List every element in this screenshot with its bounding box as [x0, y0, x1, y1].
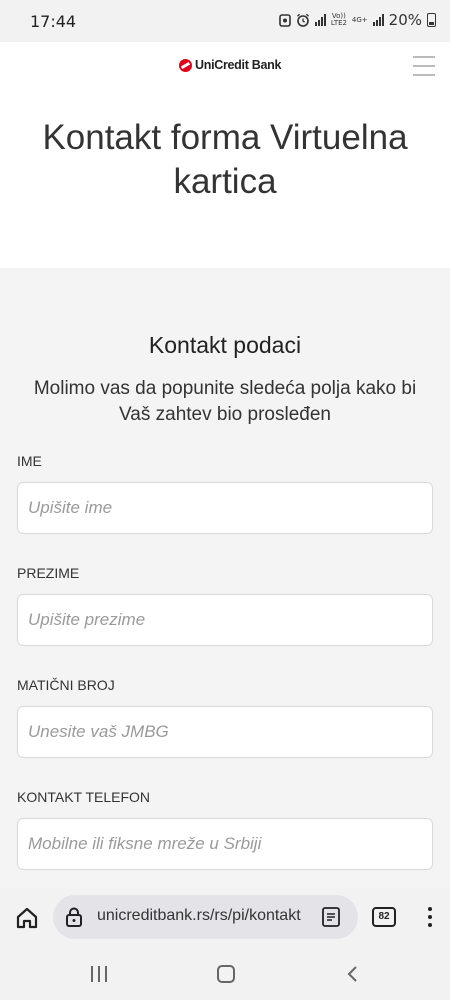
phone-input[interactable] — [17, 818, 433, 870]
clock: 17:44 — [30, 12, 77, 31]
reader-icon[interactable] — [321, 907, 341, 927]
contact-form: Kontakt podaci Molimo vas da popunite sl… — [0, 268, 450, 888]
hamburger-icon[interactable] — [413, 56, 435, 76]
url-text[interactable]: unicreditbank.rs/rs/pi/kontakt — [97, 907, 307, 925]
phone-label: KONTAKT TELEFON — [17, 789, 151, 805]
address-bar[interactable]: unicreditbank.rs/rs/pi/kontakt — [53, 895, 358, 939]
status-bar: 17:44 Vo)) LTE2 4G+ 20% — [0, 0, 450, 42]
logo-text: UniCredit Bank — [195, 58, 282, 72]
menu-icon[interactable] — [428, 907, 432, 927]
alarm-icon — [296, 13, 309, 27]
battery-percent: 20% — [388, 11, 422, 29]
network-type-label: 4G+ — [351, 15, 368, 24]
unicredit-logo[interactable]: UniCredit Bank — [179, 58, 281, 72]
last-name-input[interactable] — [17, 594, 433, 646]
browser-toolbar: unicreditbank.rs/rs/pi/kontakt 82 — [0, 888, 450, 948]
notification-icon — [279, 14, 291, 27]
hero-section: Kontakt forma Virtuelna kartica — [0, 90, 450, 268]
site-header: UniCredit Bank — [0, 42, 450, 90]
system-navigation-bar — [0, 948, 450, 1000]
last-name-label: PREZIME — [17, 565, 80, 581]
page-title: Kontakt forma Virtuelna kartica — [42, 118, 408, 201]
home-icon[interactable] — [14, 905, 40, 931]
section-title: Kontakt podaci — [148, 332, 302, 358]
unicredit-logo-icon — [179, 58, 192, 72]
first-name-label: IME — [17, 453, 42, 469]
first-name-input[interactable] — [17, 482, 433, 534]
battery-icon — [427, 13, 436, 27]
signal-icon-2 — [372, 14, 384, 26]
tabs-icon[interactable]: 82 — [372, 907, 396, 927]
jmbg-input[interactable] — [17, 706, 433, 758]
signal-icon — [314, 14, 326, 26]
status-icons: Vo)) LTE2 4G+ 20% — [279, 11, 436, 29]
section-description: Molimo vas da popunite sledeća polja kak… — [33, 378, 417, 425]
volte-label: Vo)) LTE2 — [330, 12, 347, 27]
back-icon[interactable] — [346, 965, 358, 983]
nav-home-icon[interactable] — [217, 965, 235, 983]
jmbg-label: MATIČNI BROJ — [17, 677, 115, 693]
recent-apps-icon[interactable] — [91, 966, 107, 982]
lock-icon[interactable] — [65, 907, 83, 927]
